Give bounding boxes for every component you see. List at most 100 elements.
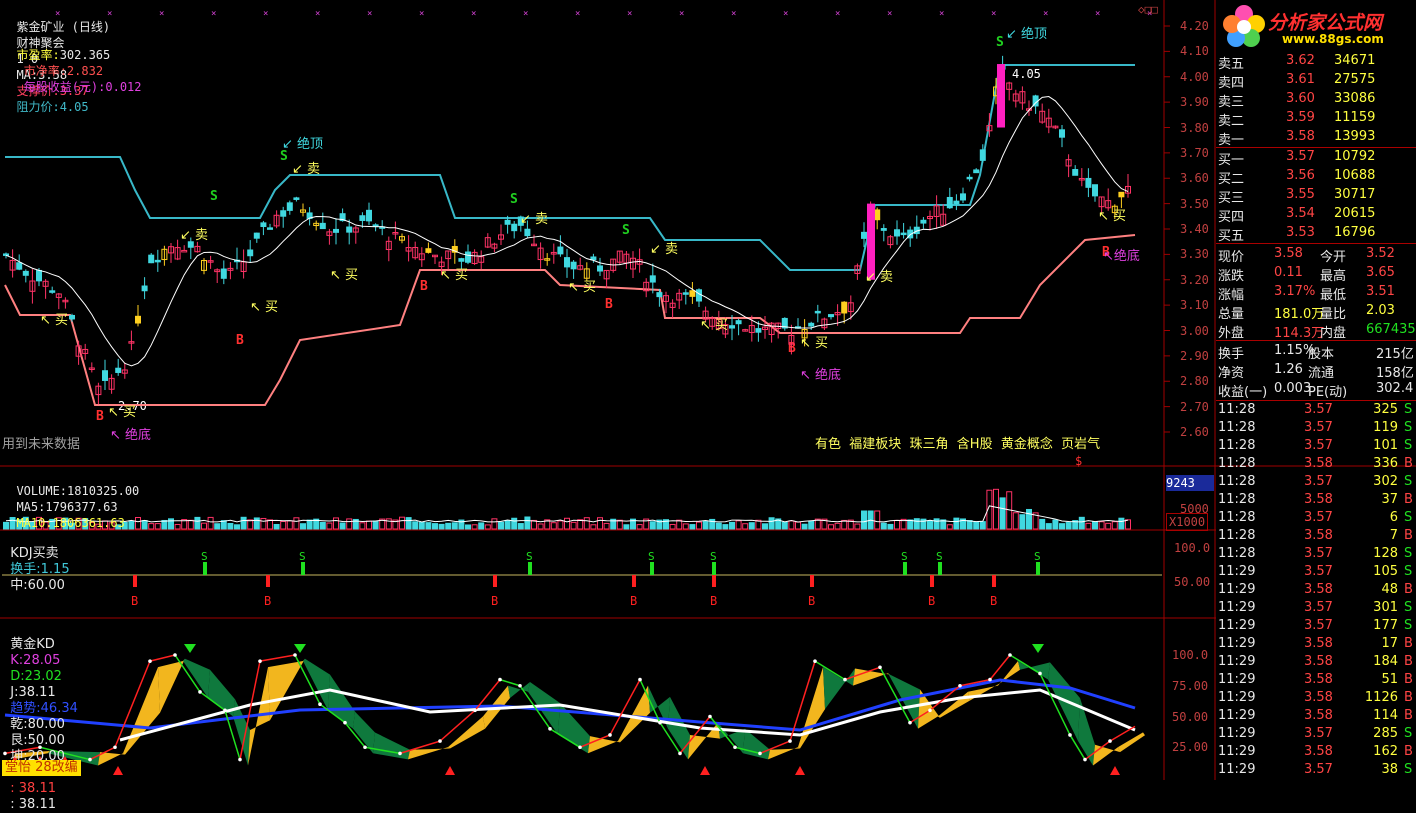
volume-bar	[445, 522, 452, 530]
volume-bar	[412, 521, 419, 530]
candle-body	[814, 310, 821, 314]
volume-bar	[141, 520, 148, 530]
kdj-sell-bar	[712, 562, 716, 575]
k-point	[438, 739, 442, 743]
panel-separator	[1216, 243, 1416, 244]
k-point	[638, 677, 642, 682]
kdj-s-label: S	[201, 550, 208, 563]
volume-bar	[333, 517, 339, 530]
ask-volume: 33086	[1334, 91, 1376, 106]
tick-volume: 1126	[1364, 690, 1398, 705]
signal-buy: ↖ 买	[700, 318, 729, 333]
candle-body	[966, 176, 973, 180]
candle-body	[735, 320, 742, 325]
tick-time: 11:28	[1218, 510, 1256, 525]
logo-text: 分析家公式网	[1268, 12, 1383, 34]
window-controls-icon[interactable]: ◇□□	[1138, 2, 1158, 18]
signal-bottom: ↖ 绝底	[800, 368, 842, 383]
buy-triangle-icon	[700, 766, 710, 775]
signal-sell: ↙ 卖	[180, 228, 209, 243]
candle-body	[247, 249, 254, 257]
ask-volume: 27575	[1334, 72, 1376, 87]
k-point	[608, 733, 612, 737]
concept-tag[interactable]: 珠三角	[910, 437, 957, 452]
volume-bar	[550, 522, 557, 530]
kd-band-up	[1093, 744, 1120, 766]
kd-band-down	[823, 667, 855, 710]
kdj-buy-bar	[712, 575, 716, 587]
fund-value: 302.4	[1376, 381, 1414, 396]
k-point	[548, 727, 552, 731]
volume-bar	[907, 519, 914, 530]
tick-volume: 101	[1373, 438, 1398, 453]
candle-body	[253, 232, 260, 239]
bid-price: 3.57	[1286, 149, 1315, 164]
volume-bar	[729, 521, 735, 530]
bid-price: 3.54	[1286, 206, 1315, 221]
bid-label: 买二	[1218, 172, 1245, 187]
tick-side: S	[1404, 402, 1413, 417]
price-tick-label: 3.00	[1180, 323, 1209, 338]
quote-label: 内盘	[1320, 326, 1347, 341]
tick-price: 3.57	[1304, 510, 1333, 525]
kdj-buy-bar	[632, 575, 636, 587]
volume-bar	[577, 519, 584, 530]
quote-value: 114.3万	[1274, 326, 1325, 341]
signal-buy: ↖ 买	[330, 268, 359, 283]
volume-bar	[267, 519, 273, 530]
tick-side: B	[1404, 744, 1413, 759]
tick-price: 3.57	[1304, 618, 1333, 633]
volume-bar	[603, 522, 610, 530]
chart-canvas[interactable]: × × × × × × × × × × × × × × × × × × × × × ×4.052.70SS SSSBBBBB…	[0, 0, 1416, 780]
volume-bar	[1059, 523, 1065, 530]
bid-row: 买三 3.55 30717	[1216, 186, 1416, 206]
quote-label: 涨幅	[1218, 288, 1245, 303]
concept-tag[interactable]: 福建板块	[849, 437, 909, 452]
concept-tag[interactable]: 含H股	[957, 437, 1001, 452]
tick-side: S	[1404, 510, 1413, 525]
candle-body	[22, 270, 29, 276]
fundamental-row: 换手 1.15% 股本 215亿	[1216, 342, 1416, 362]
tick-price: 3.57	[1304, 726, 1333, 741]
candle-body	[997, 64, 1005, 128]
price-tick-label: 2.90	[1180, 348, 1209, 363]
high-price-label: 4.05	[1012, 67, 1041, 81]
volume-bar	[636, 524, 643, 530]
tick-time: 11:28	[1218, 438, 1256, 453]
concept-tag[interactable]: 页岩气	[1061, 437, 1108, 452]
candle-body	[49, 290, 56, 293]
k-point	[758, 751, 762, 756]
kdj-s-label: S	[648, 550, 655, 563]
goldkd-tick: 100.0	[1172, 648, 1209, 662]
volume-bar	[1098, 521, 1105, 530]
kd-band-down	[183, 658, 210, 698]
volume-bar	[240, 516, 247, 530]
k-point	[878, 665, 882, 670]
k-point	[148, 659, 152, 663]
volume-bar	[247, 519, 254, 530]
kd-band-up	[588, 736, 620, 754]
kdj-b-label: B	[131, 594, 138, 608]
tick-side: S	[1404, 546, 1413, 561]
goldkd-tick: 25.00	[1172, 740, 1209, 755]
volume-bar	[306, 519, 313, 530]
kd-band-down	[373, 732, 410, 760]
goldkd-tick: 50.00	[1172, 709, 1209, 724]
price-tick-label: 3.60	[1180, 171, 1209, 186]
mid-label: 中:	[10, 578, 28, 593]
qian-label: 乾:	[10, 717, 28, 732]
concept-tag[interactable]: 黄金概念	[1001, 437, 1061, 452]
tick-row: 11:28 3.57 119 S	[1216, 420, 1416, 438]
concept-tags: 有色 福建板块 珠三角 含H股 黄金概念 页岩气	[815, 437, 1108, 453]
volume-bar	[623, 524, 630, 530]
tick-side: B	[1404, 582, 1413, 597]
tick-side: B	[1404, 492, 1413, 507]
d-label: D:	[10, 669, 25, 684]
concept-tag[interactable]: 有色	[815, 437, 849, 452]
goldkd-tick: 75.00	[1172, 678, 1209, 693]
volume-bar	[273, 523, 280, 530]
volume-bar	[1111, 521, 1118, 530]
cross-marker: ×	[887, 9, 892, 19]
mid-value: 60.00	[27, 578, 65, 593]
kdj-buy-bar	[493, 575, 497, 587]
